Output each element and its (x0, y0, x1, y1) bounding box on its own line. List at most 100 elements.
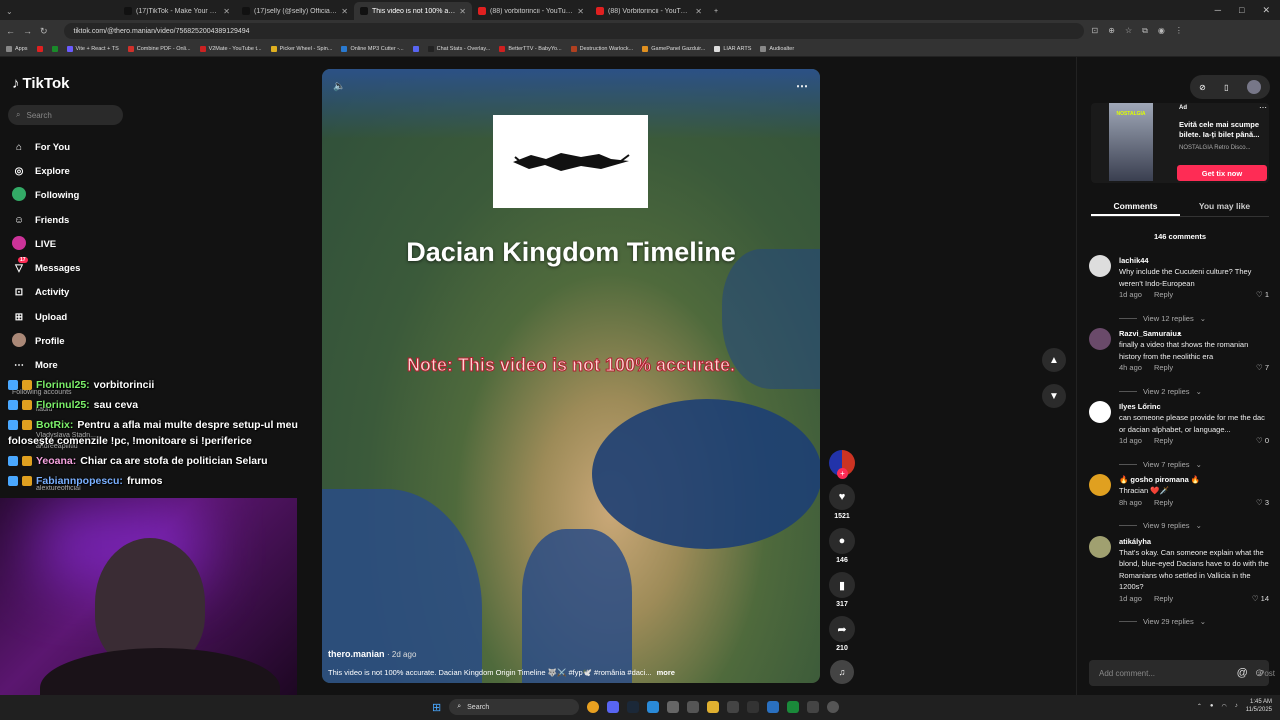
follow-plus-icon[interactable]: + (837, 468, 848, 479)
mention-icon[interactable]: @ (1237, 667, 1248, 679)
minimize-icon[interactable]: ─ (1215, 5, 1221, 16)
sidebar-item-following[interactable]: Following (12, 184, 80, 208)
bookmark-item[interactable]: GamePanel Gazduir... (642, 46, 705, 52)
bookmark-item[interactable] (51, 46, 58, 52)
capcut-icon[interactable] (687, 701, 700, 713)
sidebar-item-profile[interactable]: Profile (12, 329, 80, 353)
browser-menu-icon[interactable]: ⋮ (1175, 26, 1183, 36)
bookmark-item[interactable] (412, 46, 419, 52)
sidebar-item-for you[interactable]: ⌂ For You (12, 135, 80, 159)
taskbar-clock[interactable]: 1:45 AM 11/5/2025 (1246, 698, 1272, 714)
bookmark-star-icon[interactable]: ☆ (1125, 26, 1132, 36)
view-replies-button[interactable]: View 12 replies ⌄ (1119, 308, 1269, 328)
wifi-icon[interactable]: ◠ (1222, 703, 1227, 710)
caption-more-link[interactable]: more (657, 668, 675, 677)
profile-icon[interactable]: ◉ (1158, 26, 1165, 36)
zoom-icon[interactable]: ⊕ (1108, 26, 1115, 36)
share-button[interactable]: ➦ (829, 616, 855, 642)
app-icon-3[interactable] (767, 701, 780, 713)
comment-reply-button[interactable]: Reply (1154, 594, 1173, 606)
commenter-avatar[interactable] (1089, 401, 1111, 423)
install-icon[interactable]: ⊡ (1092, 26, 1099, 36)
comment-like-button[interactable]: ♡ 7 (1256, 363, 1269, 375)
tray-chevron-icon[interactable]: ⌃ (1197, 703, 1202, 710)
browser-tab[interactable]: (17)TikTok - Make Your Day ✕ (118, 2, 236, 20)
chrome-icon[interactable] (587, 701, 600, 713)
creator-avatar[interactable]: + (829, 450, 855, 479)
new-tab-button[interactable]: + (708, 2, 728, 20)
close-tab-icon[interactable]: ✕ (223, 7, 230, 16)
maximize-icon[interactable]: □ (1239, 5, 1244, 16)
video-author[interactable]: thero.manian (328, 649, 385, 659)
bookmark-item[interactable]: BetterTTV - BabyYo... (499, 46, 562, 52)
vscode-icon[interactable] (647, 701, 660, 713)
tab-you-may-like[interactable]: You may like (1180, 195, 1269, 216)
comment-reply-button[interactable]: Reply (1154, 363, 1173, 375)
comment-username[interactable]: atikályha (1119, 536, 1269, 547)
bookmark-item[interactable]: Audioalter (760, 46, 794, 52)
next-video-button[interactable]: ▼ (1042, 384, 1066, 408)
app-icon-1[interactable] (727, 701, 740, 713)
bookmark-item[interactable]: Chat Stats - Overlay... (427, 46, 490, 52)
sidebar-item-upload[interactable]: ⊞ Upload (12, 305, 80, 329)
ad-menu-icon[interactable]: ⋯ (1259, 103, 1267, 112)
bookmark-item[interactable]: LIAR ARTS (714, 46, 751, 52)
url-field[interactable]: tiktok.com/@thero.manian/video/756825200… (63, 23, 1084, 39)
bookmark-item[interactable]: V2Mate - YouTube t... (199, 46, 262, 52)
steam-icon[interactable] (627, 701, 640, 713)
comment-reply-button[interactable]: Reply (1154, 498, 1173, 510)
coin-icon[interactable]: ⊘ (1199, 83, 1206, 92)
browser-tab[interactable]: (88) vorbitorincii - YouTube ✕ (472, 2, 590, 20)
file-explorer-icon[interactable] (707, 701, 720, 713)
bookmark-item[interactable]: Apps (6, 46, 28, 52)
tab-list-menu[interactable]: ⌄ (0, 2, 118, 20)
app-icon-5[interactable] (827, 701, 840, 713)
app-icon-4[interactable] (807, 701, 820, 713)
user-avatar-icon[interactable] (1246, 80, 1261, 94)
sidebar-item-explore[interactable]: ◎ Explore (12, 159, 80, 183)
device-icon[interactable]: ▯ (1224, 83, 1228, 92)
bookmark-item[interactable]: Destruction Warlock... (570, 46, 633, 52)
speaker-icon[interactable]: ♪ (1235, 703, 1238, 709)
bookmark-item[interactable] (36, 46, 43, 52)
comment-username[interactable]: 🔥 gosho piromana 🔥 (1119, 474, 1269, 485)
video-menu-icon[interactable]: ⋯ (796, 79, 808, 93)
browser-tab[interactable]: This video is not 100% accu...✕ (354, 2, 472, 20)
comment-username[interactable]: lachik44 (1119, 255, 1269, 266)
bookmark-item[interactable]: Vite + React + TS (66, 46, 119, 52)
sidebar-item-messages[interactable]: ▽ 17 Messages (12, 256, 80, 280)
comment-username[interactable]: Ilyes Lőrinc (1119, 401, 1269, 412)
comment-reply-button[interactable]: Reply (1154, 436, 1173, 448)
like-button[interactable]: ♥ (829, 484, 855, 510)
previous-video-button[interactable]: ▲ (1042, 348, 1066, 372)
discord-icon[interactable] (607, 701, 620, 713)
music-disc-icon[interactable]: ♫ (830, 660, 854, 684)
sidebar-item-live[interactable]: LIVE (12, 232, 80, 256)
forward-icon[interactable]: → (23, 26, 32, 36)
windows-start-icon[interactable]: ⊞ (432, 701, 441, 714)
browser-tab[interactable]: (17)selly (@selly) Official | TikTok ✕ (236, 2, 354, 20)
video-player[interactable]: 🔈 ⋯ Dacian Kingdom Timeline Note: This v… (322, 69, 820, 683)
close-tab-icon[interactable]: ✕ (459, 7, 466, 16)
comment-like-button[interactable]: ♡ 0 (1256, 436, 1269, 448)
browser-tab[interactable]: (88) Vorbitorincii - YouTube ✕ (590, 2, 708, 20)
tab-comments[interactable]: Comments (1091, 195, 1180, 216)
commenter-avatar[interactable] (1089, 474, 1111, 496)
commenter-avatar[interactable] (1089, 328, 1111, 350)
bookmark-item[interactable]: Online MP3 Cutter -... (341, 46, 404, 52)
commenter-avatar[interactable] (1089, 535, 1111, 558)
view-replies-button[interactable]: View 29 replies ⌄ (1119, 612, 1269, 632)
mic-icon[interactable]: ● (1210, 703, 1214, 709)
taskbar-search[interactable]: ⌕ Search (449, 699, 580, 715)
reload-icon[interactable]: ↻ (40, 26, 48, 37)
bookmark-item[interactable]: Combine PDF - Onli... (127, 46, 191, 52)
sponsored-ad[interactable]: NOSTALGIA Ad ⋯ Evită cele mai scumpe bil… (1091, 103, 1269, 183)
close-tab-icon[interactable]: ✕ (695, 7, 702, 16)
post-button[interactable]: Post (1259, 669, 1275, 678)
view-replies-button[interactable]: View 2 replies ⌄ (1119, 381, 1269, 401)
close-tab-icon[interactable]: ✕ (341, 7, 348, 16)
comment-like-button[interactable]: ♡ 14 (1252, 594, 1269, 606)
sidebar-item-activity[interactable]: ⊡ Activity (12, 281, 80, 305)
tiktok-logo[interactable]: ♪ TikTok (12, 75, 69, 92)
comment-reply-button[interactable]: Reply (1154, 290, 1173, 302)
